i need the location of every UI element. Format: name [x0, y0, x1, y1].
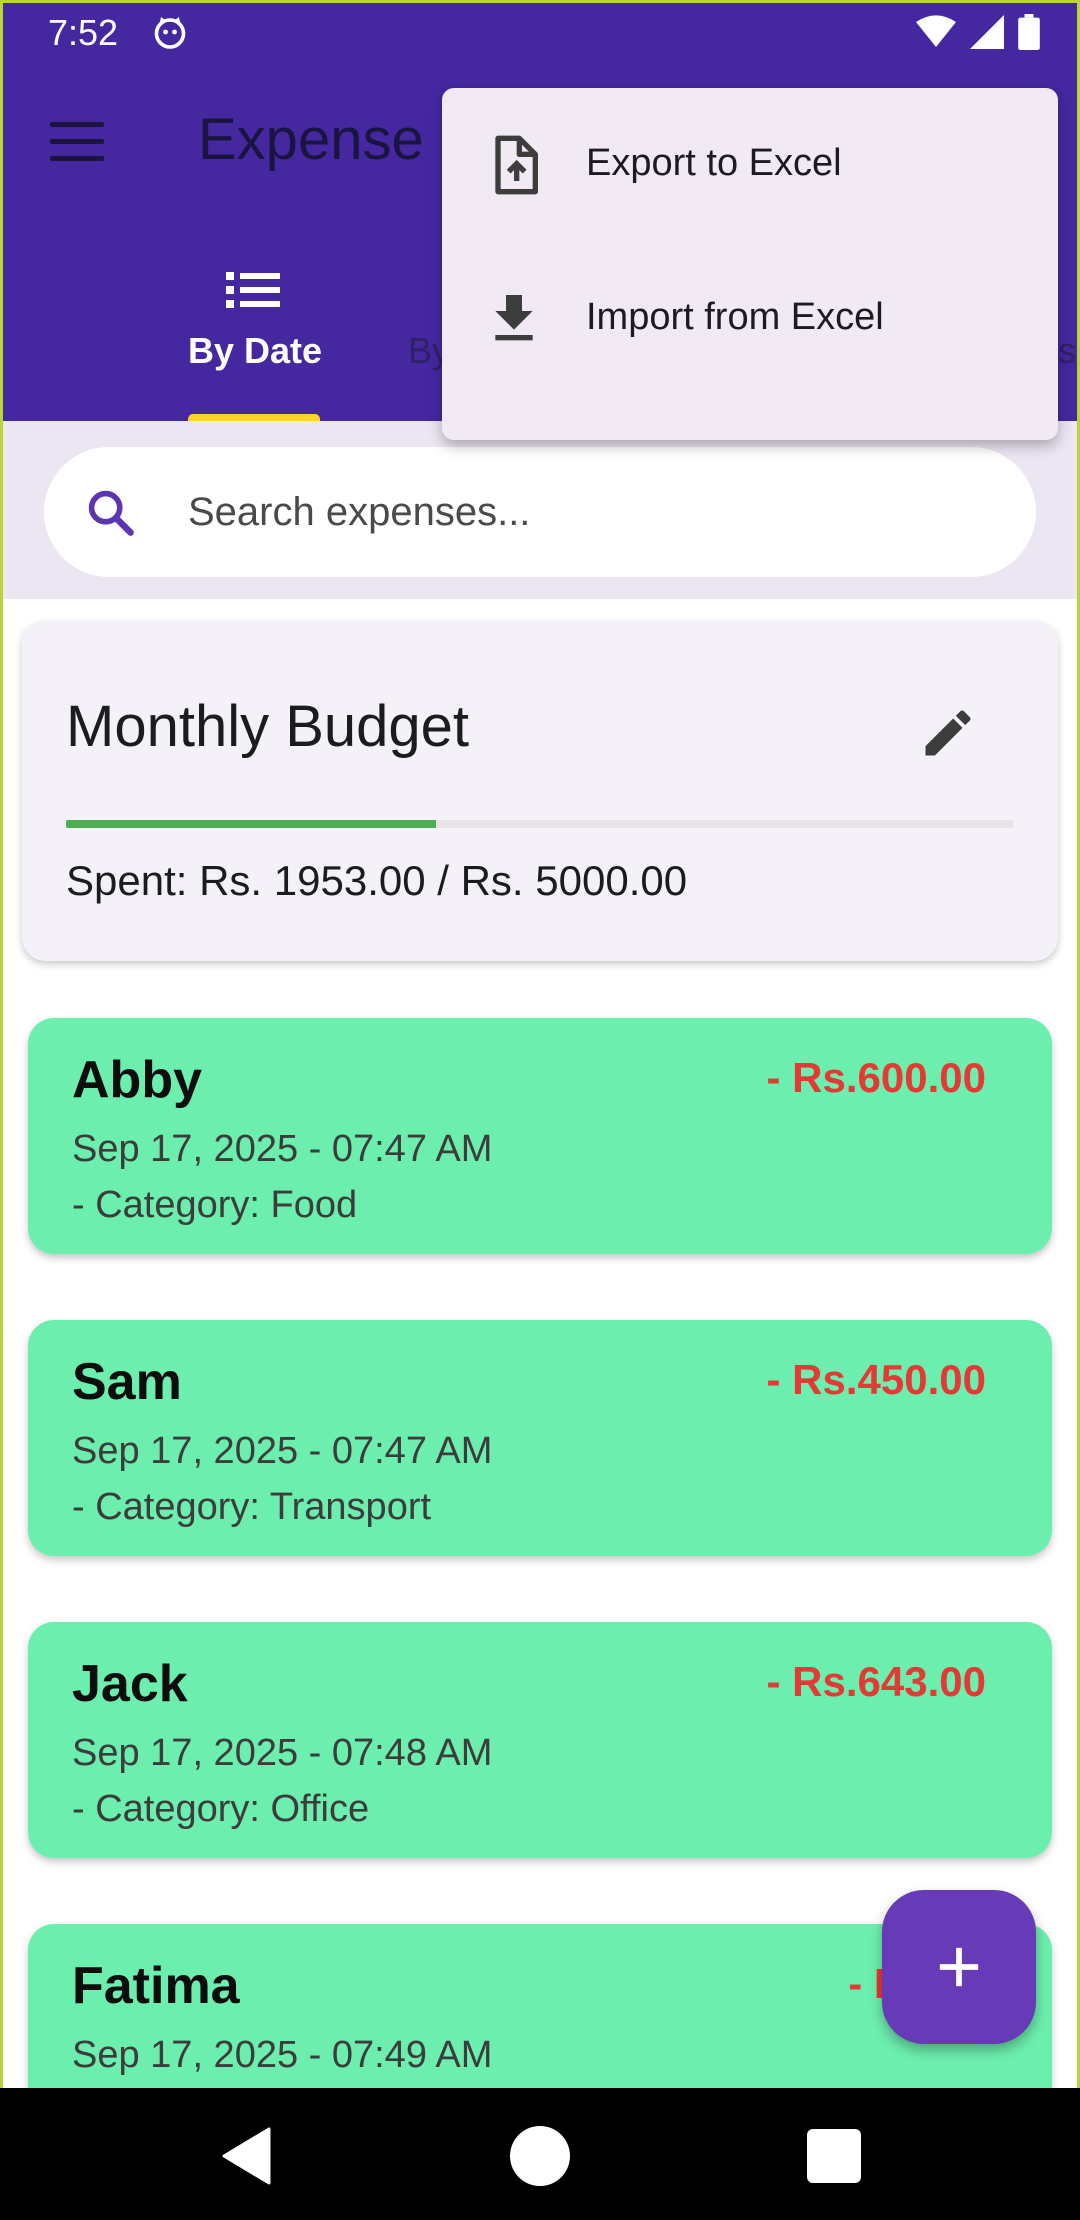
search-input[interactable]	[188, 478, 988, 546]
budget-title: Monthly Budget	[66, 694, 470, 759]
expense-card[interactable]: Jack - Rs.643.00 Sep 17, 2025 - 07:48 AM…	[28, 1622, 1052, 1858]
list-icon	[226, 272, 280, 308]
cat-notification-icon	[154, 17, 186, 49]
expense-card[interactable]: Sam - Rs.450.00 Sep 17, 2025 - 07:47 AM …	[28, 1320, 1052, 1556]
expense-name: Sam	[72, 1353, 182, 1411]
menu-item-import-excel[interactable]: Import from Excel	[442, 242, 1058, 396]
battery-icon	[1018, 14, 1040, 50]
expense-amount: - Rs.643.00	[766, 1658, 986, 1705]
tab-third-edge[interactable]: s	[1058, 330, 1076, 372]
expense-name: Jack	[72, 1655, 188, 1713]
cell-signal-icon	[970, 15, 1004, 49]
wifi-icon	[916, 15, 956, 48]
status-time: 7:52	[48, 12, 119, 53]
navigation-bar	[0, 2088, 1080, 2220]
expense-category: - Category: Office	[72, 1788, 370, 1830]
menu-icon[interactable]	[50, 122, 104, 162]
edit-icon[interactable]	[918, 703, 978, 763]
expense-category: - Category: Transport	[72, 1486, 432, 1528]
search-icon	[88, 490, 134, 536]
overflow-menu: Export to Excel Import from Excel	[442, 88, 1058, 440]
screen: 7:52 Expense By Date By s Search expense…	[0, 0, 1080, 2220]
tab-by-date-label: By Date	[187, 330, 323, 371]
status-icons	[916, 14, 1040, 50]
expense-card[interactable]: Abby - Rs.600.00 Sep 17, 2025 - 07:47 AM…	[28, 1018, 1052, 1254]
expense-name: Fatima	[72, 1957, 240, 2015]
plus-icon	[939, 1947, 979, 1987]
tab-by-date[interactable]: By Date	[150, 262, 360, 421]
back-icon[interactable]	[212, 2120, 284, 2192]
expense-date: Sep 17, 2025 - 07:49 AM	[72, 2034, 493, 2076]
budget-progress-bar	[66, 820, 1014, 828]
expense-date: Sep 17, 2025 - 07:47 AM	[72, 1128, 493, 1170]
budget-spent-text: Spent: Rs. 1953.00 / Rs. 5000.00	[66, 857, 688, 904]
expense-date: Sep 17, 2025 - 07:48 AM	[72, 1732, 493, 1774]
app-title: Expense	[198, 107, 424, 172]
status-bar: 7:52	[0, 0, 1080, 66]
menu-item-label: Import from Excel	[586, 296, 884, 338]
home-icon[interactable]	[504, 2120, 576, 2192]
budget-card: Monthly Budget Spent: Rs. 1953.00 / Rs. …	[22, 621, 1058, 961]
expense-date: Sep 17, 2025 - 07:47 AM	[72, 1430, 493, 1472]
expense-name: Abby	[72, 1051, 202, 1109]
download-icon	[495, 295, 533, 341]
expense-amount: - Rs.450.00	[766, 1356, 986, 1403]
expense-category: - Category: Food	[72, 1184, 358, 1226]
budget-progress-fill	[66, 820, 436, 828]
recents-icon[interactable]	[798, 2120, 870, 2192]
file-upload-icon	[495, 135, 538, 195]
expense-amount: - Rs.600.00	[766, 1054, 986, 1101]
add-expense-button[interactable]	[882, 1890, 1036, 2044]
menu-item-label: Export to Excel	[586, 142, 842, 184]
menu-item-export-excel[interactable]: Export to Excel	[442, 88, 1058, 242]
